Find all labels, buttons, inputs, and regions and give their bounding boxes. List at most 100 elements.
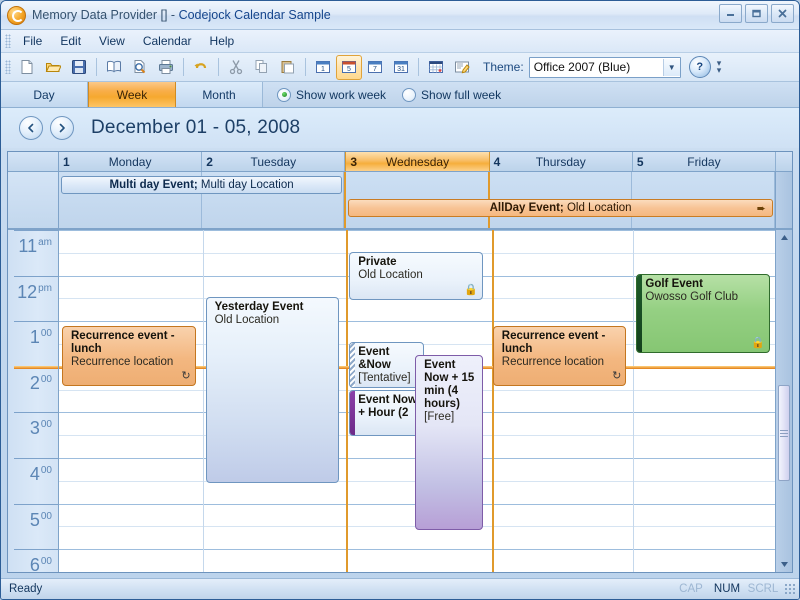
all-day-event-allday[interactable]: AllDay Event; Old Location ➨ <box>348 199 773 217</box>
tentative-status-bar <box>350 343 356 387</box>
day-header-wednesday[interactable]: 3 Wednesday <box>345 152 490 171</box>
day-header-monday[interactable]: 1 Monday <box>59 152 203 171</box>
calendar-body: 11am 12pm 100 200 300 400 500 600 Recurrence ev… <box>8 230 792 572</box>
hour-label-number: 12 <box>17 281 38 302</box>
menu-item-help[interactable]: Help <box>201 31 244 51</box>
lock-icon: 🔒 <box>464 284 478 296</box>
previous-period-button[interactable] <box>19 116 43 140</box>
day-name: Tuesday <box>250 154 297 169</box>
recurrence-icon: ↻ <box>612 370 622 382</box>
print-preview-icon[interactable] <box>127 55 153 80</box>
menu-item-view[interactable]: View <box>90 31 134 51</box>
toolbar-separator <box>96 58 97 76</box>
undo-icon[interactable] <box>188 55 214 80</box>
hour-label-number: 11 <box>18 236 38 256</box>
radio-show-work-week[interactable]: Show work week <box>277 87 386 102</box>
hour-label: 500 <box>30 508 52 529</box>
calendar-event[interactable]: Yesterday Event Old Location <box>205 297 340 483</box>
status-indicator-caps: CAP <box>679 583 703 595</box>
radio-show-full-week[interactable]: Show full week <box>402 87 501 102</box>
window-controls <box>719 4 794 23</box>
vertical-scrollbar[interactable] <box>775 230 792 572</box>
day-name: Wednesday <box>385 154 450 169</box>
toolbar: 1 5 7 31 Theme: Office 2007 (Blue) ▼ ? ▾… <box>1 53 799 82</box>
hour-label-suffix: pm <box>38 282 52 294</box>
day-header-tuesday[interactable]: 2 Tuesday <box>202 152 346 171</box>
tab-week[interactable]: Week <box>88 82 176 107</box>
menu-bar: File Edit View Calendar Help <box>1 30 799 53</box>
open-icon[interactable] <box>40 55 66 80</box>
recurrence-icon: ↻ <box>181 370 191 382</box>
all-day-event-location: Multi day Location <box>197 179 294 191</box>
toolbar-separator <box>305 58 306 76</box>
day-name: Monday <box>108 154 152 169</box>
close-button[interactable] <box>771 4 794 23</box>
status-indicator-num: NUM <box>713 583 741 595</box>
svg-text:7: 7 <box>373 66 377 73</box>
tab-day[interactable]: Day <box>1 82 88 107</box>
day-view-icon[interactable]: 1 <box>310 55 336 80</box>
tab-month[interactable]: Month <box>176 82 263 107</box>
event-title: Recurrence event - lunch <box>501 330 606 355</box>
toolbar-grip-handle[interactable] <box>5 60 11 74</box>
scrollbar-thumb[interactable] <box>778 385 790 481</box>
chevron-down-icon[interactable]: ▼ <box>662 58 680 76</box>
gutter-hour-line <box>14 321 58 323</box>
toolbar-separator <box>418 58 419 76</box>
day-number: 5 <box>636 154 644 169</box>
next-period-button[interactable] <box>50 116 74 140</box>
hour-label-suffix: 00 <box>40 328 52 340</box>
event-status-bar <box>350 391 356 435</box>
scroll-down-button[interactable] <box>776 557 792 572</box>
theme-dropdown[interactable]: Office 2007 (Blue) ▼ <box>528 56 681 78</box>
calendar-event[interactable]: Recurrence event - lunch Recurrence locat… <box>492 326 627 386</box>
help-icon[interactable]: ? <box>688 56 711 78</box>
event-title: Recurrence event - lunch <box>71 330 175 355</box>
day-header-friday[interactable]: 5 Friday <box>632 152 777 171</box>
calendar-event[interactable]: Event Now + Hour (2 <box>349 390 424 436</box>
new-icon[interactable] <box>14 55 40 80</box>
hour-label-suffix: 00 <box>40 510 52 522</box>
day-header-thursday[interactable]: 4 Thursday <box>489 152 633 171</box>
all-day-event-multi-day[interactable]: Multi day Event; Multi day Location <box>61 176 343 194</box>
paste-icon[interactable] <box>275 55 301 80</box>
toolbar-overflow-button[interactable]: ▾ ▾ <box>717 59 722 75</box>
cut-icon[interactable] <box>223 55 249 80</box>
hour-label-number: 4 <box>29 464 40 484</box>
scroll-up-button[interactable] <box>776 230 792 245</box>
book-icon[interactable] <box>101 55 127 80</box>
hour-label: 100 <box>30 325 52 346</box>
copy-icon[interactable] <box>249 55 275 80</box>
gutter-hour-line <box>14 503 58 505</box>
calendar-event[interactable]: Golf Event Owosso Golf Club 🔒 <box>636 274 770 353</box>
time-grid-column-monday[interactable] <box>59 230 204 572</box>
calendar-event[interactable]: Recurrence event - lunch Recurrence locat… <box>62 326 196 386</box>
date-range-title: December 01 - 05, 2008 <box>91 117 301 138</box>
resize-grip-icon[interactable] <box>784 583 796 595</box>
calendar-event[interactable]: Event Now + 15 min (4 hours) [Free] <box>415 355 483 530</box>
menu-item-edit[interactable]: Edit <box>51 31 90 51</box>
day-header-gutter-spacer <box>8 152 59 171</box>
menu-grip-handle[interactable] <box>5 34 11 48</box>
month-view-icon[interactable]: 31 <box>388 55 414 80</box>
title-bar: Memory Data Provider [] - Codejock Calen… <box>1 1 799 30</box>
calendar-grid-icon[interactable] <box>423 55 449 80</box>
print-icon[interactable] <box>153 55 179 80</box>
time-grid-column-thursday[interactable] <box>490 230 635 572</box>
week-view-icon[interactable]: 7 <box>362 55 388 80</box>
menu-item-file[interactable]: File <box>14 31 51 51</box>
day-number: 1 <box>63 154 70 169</box>
calendar-event[interactable]: Private Old Location 🔒 <box>349 252 483 300</box>
calendar-event[interactable]: Event &Now [Tentative] <box>349 342 424 388</box>
properties-icon[interactable] <box>449 55 475 80</box>
work-week-view-icon[interactable]: 5 <box>336 54 362 80</box>
all-day-event-location: Old Location <box>563 202 632 214</box>
all-day-event-area[interactable]: Multi day Event; Multi day Location AllD… <box>8 172 792 230</box>
time-grid[interactable]: Recurrence event - lunch Recurrence locat… <box>59 230 792 572</box>
maximize-button[interactable] <box>745 4 768 23</box>
minimize-button[interactable] <box>719 4 742 23</box>
gutter-hour-line <box>14 230 58 231</box>
save-icon[interactable] <box>66 55 92 80</box>
menu-item-calendar[interactable]: Calendar <box>134 31 201 51</box>
event-status-bar <box>637 275 643 352</box>
